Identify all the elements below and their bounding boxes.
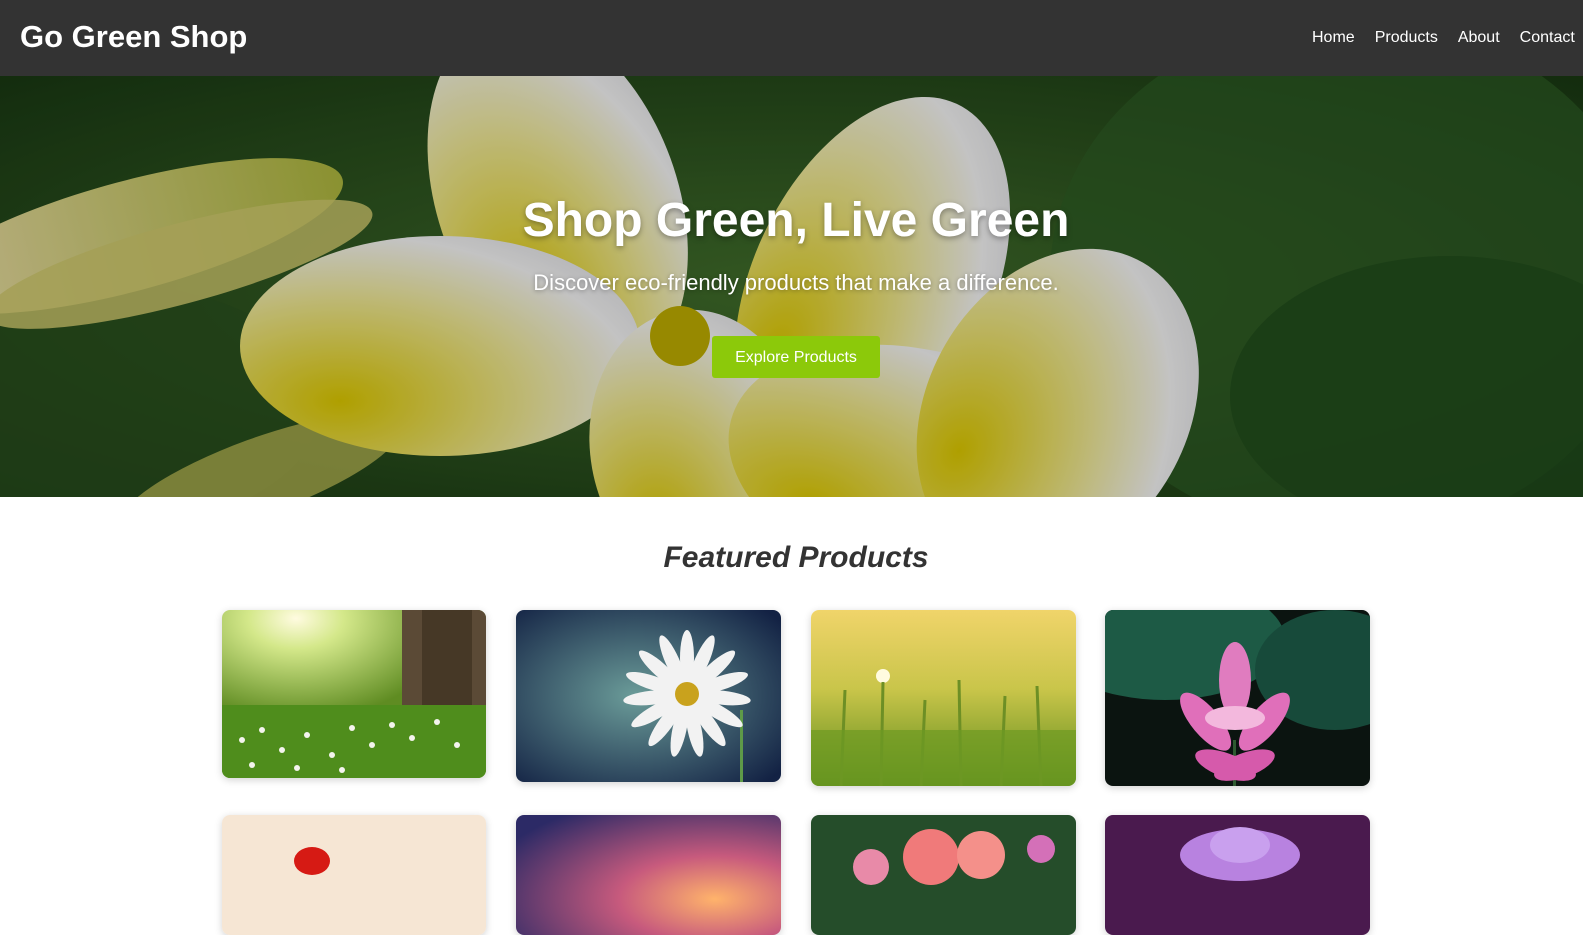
site-header: Go Green Shop Home Products About Contact	[0, 0, 1583, 76]
nav-contact[interactable]: Contact	[1520, 29, 1575, 46]
nav-products[interactable]: Products	[1375, 29, 1438, 46]
product-card-wheat[interactable]	[811, 610, 1076, 786]
nav-about[interactable]: About	[1458, 29, 1500, 46]
product-image-meadow	[222, 610, 486, 778]
product-image-purple	[1105, 815, 1370, 935]
product-card-purple[interactable]	[1105, 815, 1370, 935]
product-image-lotus	[1105, 610, 1370, 786]
product-image-roses	[811, 815, 1076, 935]
product-image-sunset	[516, 815, 781, 935]
product-card-poppy[interactable]	[222, 815, 486, 935]
main-nav: Home Products About Contact	[1312, 29, 1583, 47]
product-card-roses[interactable]	[811, 815, 1076, 935]
featured-products-title: Featured Products	[663, 541, 929, 574]
nav-home[interactable]: Home	[1312, 29, 1355, 46]
product-image-poppy	[222, 815, 486, 935]
hero-title: Shop Green, Live Green	[522, 194, 1070, 247]
site-logo[interactable]: Go Green Shop	[20, 19, 247, 55]
hero-subtitle: Discover eco-friendly products that make…	[533, 270, 1059, 295]
product-image-daisy	[516, 610, 781, 782]
explore-products-button[interactable]: Explore Products	[712, 336, 880, 378]
product-image-wheat	[811, 610, 1076, 786]
product-card-meadow[interactable]	[222, 610, 486, 778]
product-card-daisy[interactable]	[516, 610, 781, 782]
hero-banner: Shop Green, Live Green Discover eco-frie…	[0, 76, 1583, 497]
product-card-lotus[interactable]	[1105, 610, 1370, 786]
product-card-sunset[interactable]	[516, 815, 781, 935]
